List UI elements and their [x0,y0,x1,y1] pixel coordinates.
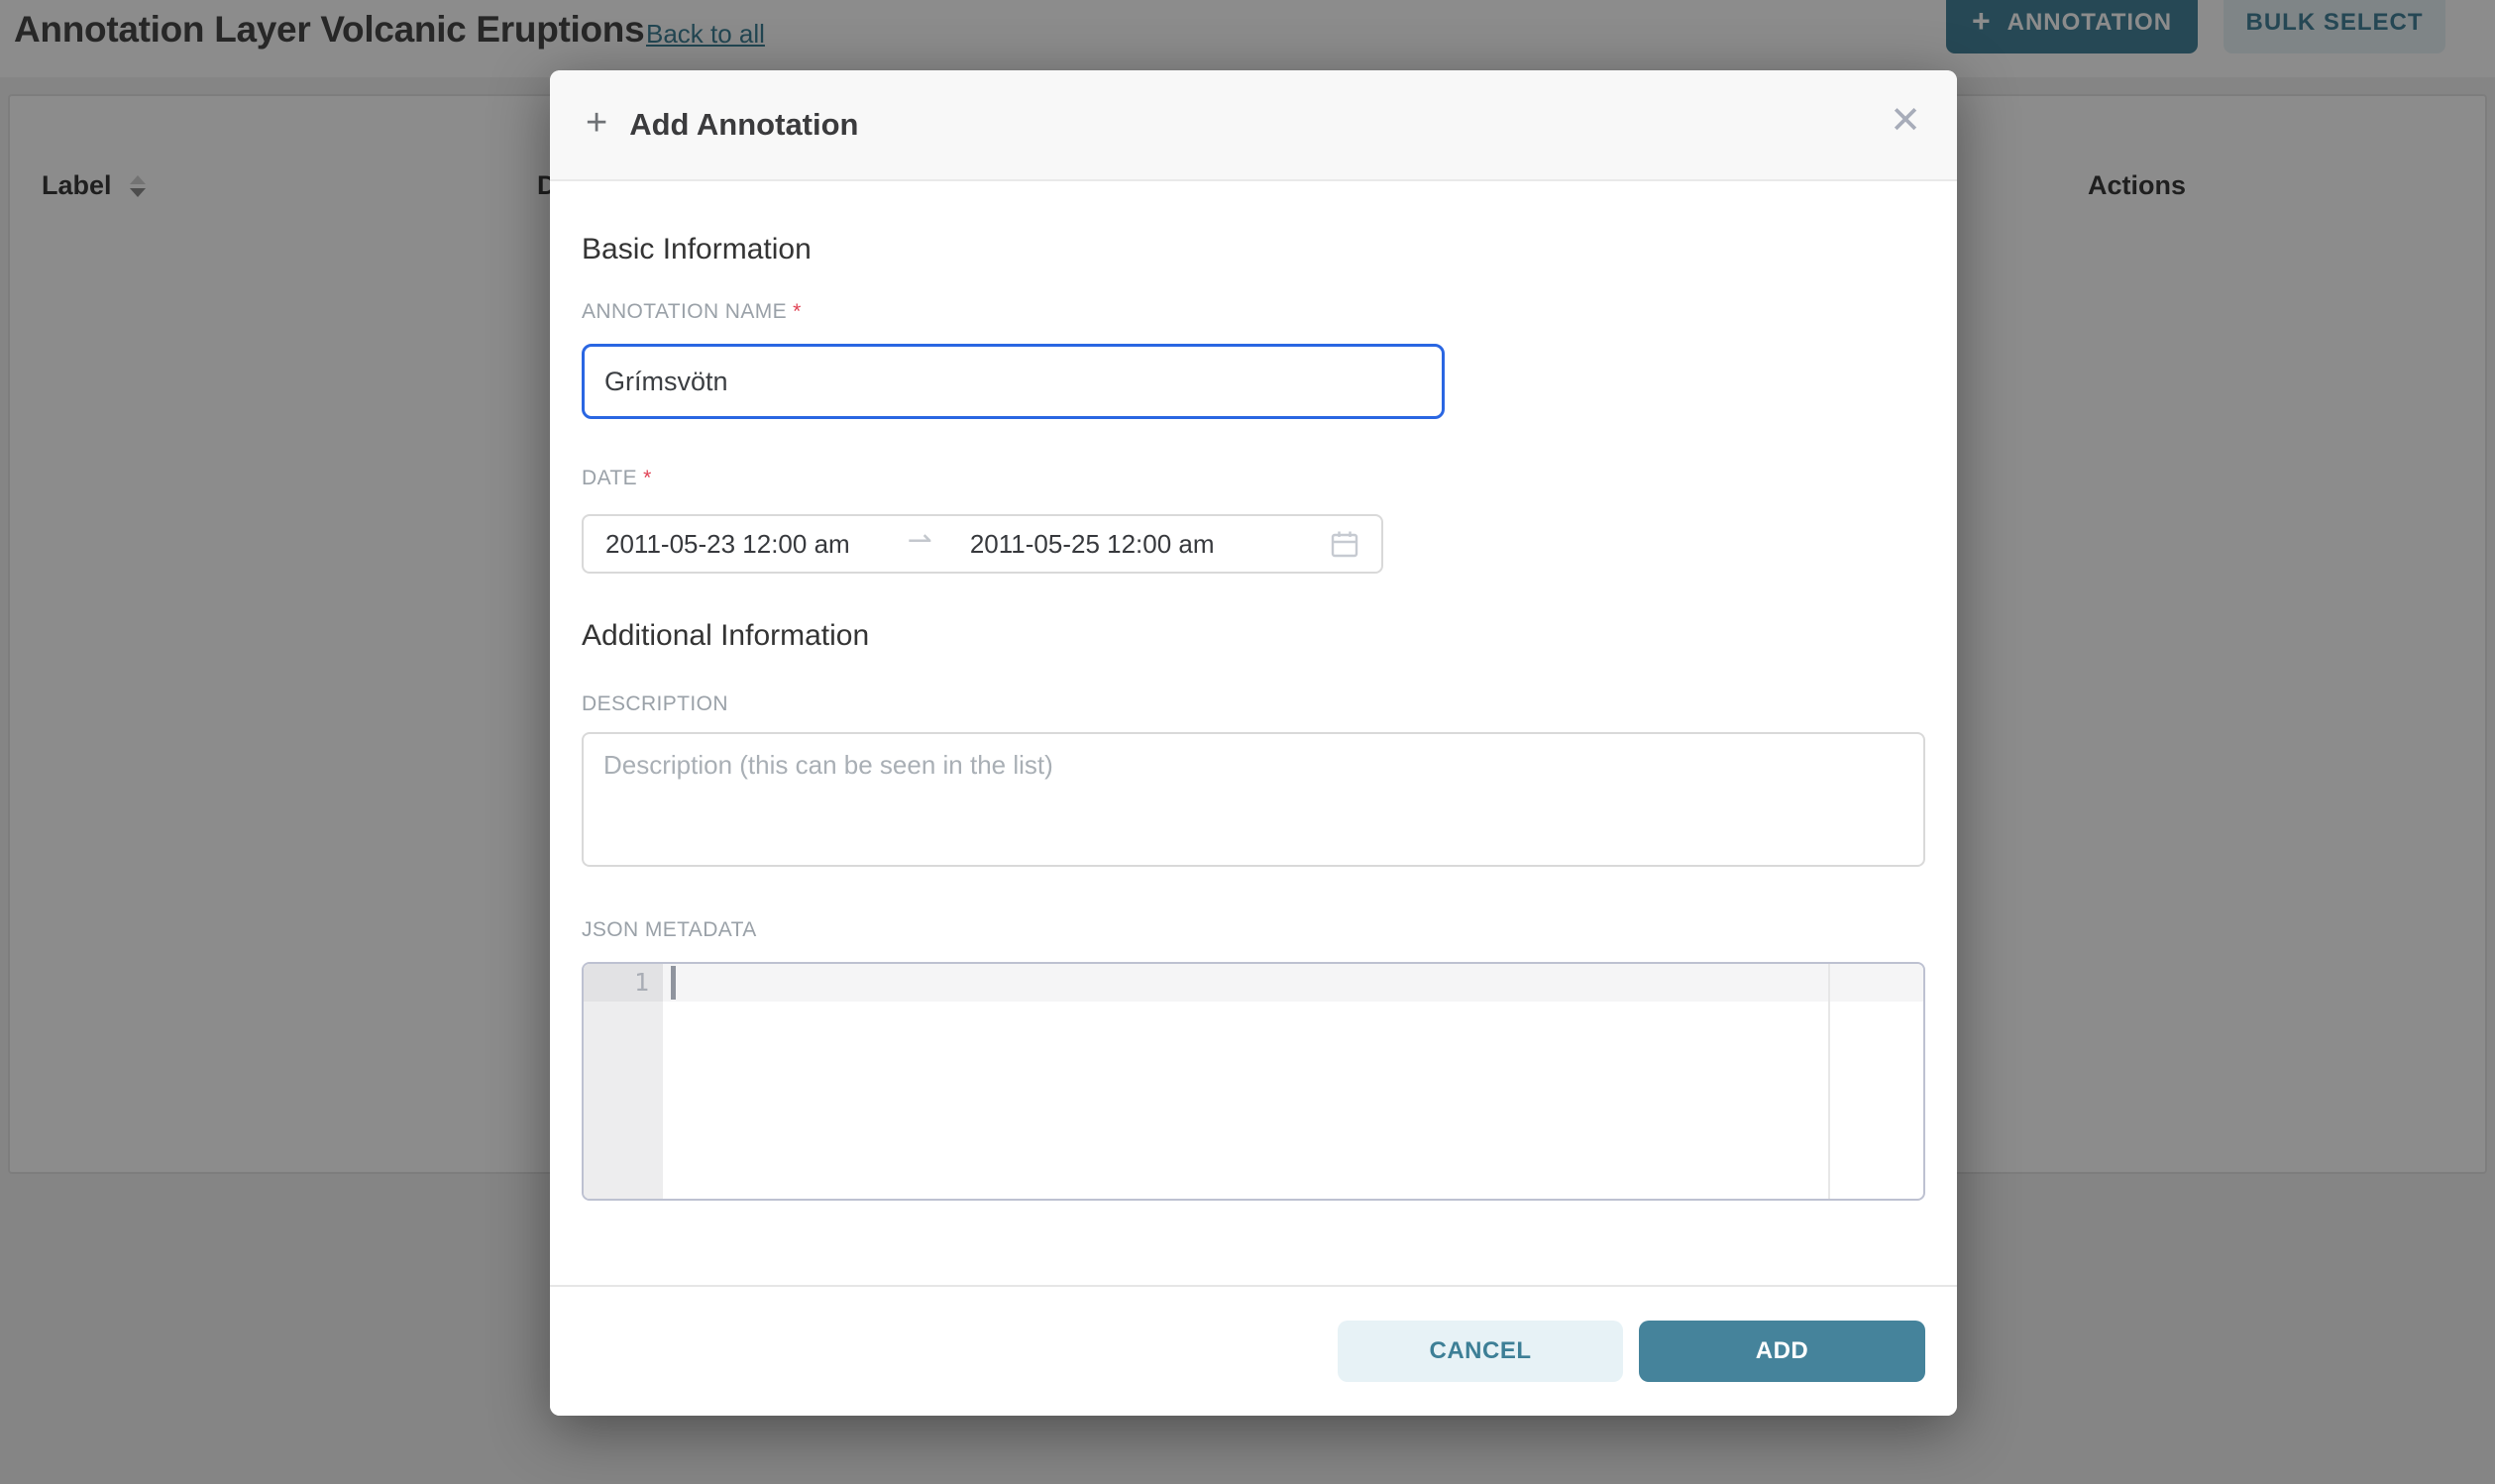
description-label-text: DESCRIPTION [582,692,728,715]
required-marker: * [793,300,802,323]
modal-title: Add Annotation [629,107,858,143]
arrow-right-icon: ⇀ [908,526,932,556]
date-label-text: DATE [582,467,637,489]
editor-line-number: 1 [584,964,649,1002]
cancel-button[interactable]: CANCEL [1338,1321,1623,1382]
json-metadata-editor[interactable]: 1 [582,962,1925,1201]
annotation-layer-page: Annotation Layer Volcanic Eruptions Back… [0,0,2495,1484]
editor-cursor [671,966,676,1000]
editor-active-line [584,964,1923,1002]
modal-body: Basic Information ANNOTATION NAME * DATE *… [550,181,1957,1201]
description-label: DESCRIPTION [582,653,1925,716]
section-heading-additional: Additional Information [582,574,1925,653]
annotation-name-input[interactable] [582,344,1445,419]
section-heading-basic: Basic Information [582,181,1925,266]
modal-header: + Add Annotation ✕ [550,70,1957,181]
json-metadata-label: JSON METADATA [582,867,1925,942]
add-annotation-modal: + Add Annotation ✕ Basic Information ANN… [550,70,1957,1416]
modal-footer: CANCEL ADD [550,1285,1957,1416]
close-icon[interactable]: ✕ [1890,102,1921,140]
editor-print-margin [1828,964,1830,1199]
date-label: DATE * [582,419,1925,490]
plus-icon: + [586,104,607,142]
required-marker: * [643,467,652,489]
calendar-icon [1330,529,1359,559]
date-range-picker[interactable]: 2011-05-23 12:00 am ⇀ 2011-05-25 12:00 a… [582,514,1383,574]
description-textarea[interactable] [582,732,1925,867]
annotation-name-label: ANNOTATION NAME * [582,266,1925,324]
add-button[interactable]: ADD [1639,1321,1925,1382]
json-metadata-label-text: JSON METADATA [582,918,757,941]
date-end-value[interactable]: 2011-05-25 12:00 am [970,529,1215,560]
date-start-value[interactable]: 2011-05-23 12:00 am [605,529,850,560]
annotation-name-label-text: ANNOTATION NAME [582,300,787,323]
